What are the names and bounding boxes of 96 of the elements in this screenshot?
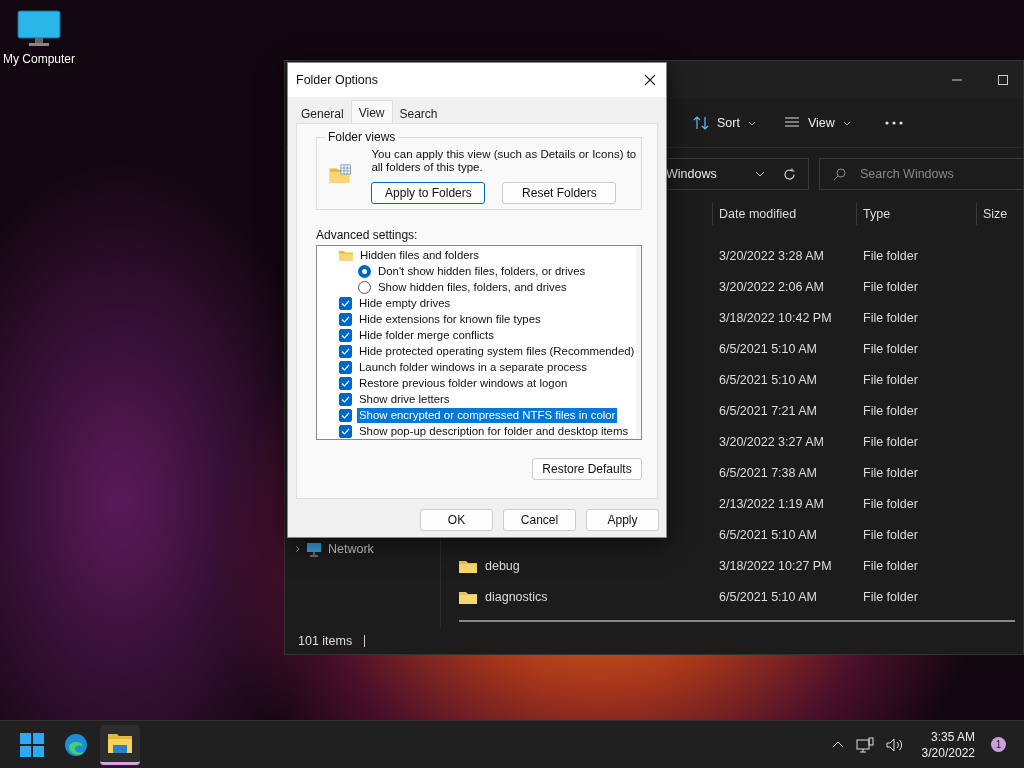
- chevron-right-icon[interactable]: [295, 545, 300, 553]
- type-cell-text: File folder: [863, 248, 919, 263]
- monitor-icon[interactable]: [17, 10, 61, 48]
- type-cell-text: File folder: [863, 527, 919, 542]
- taskbar-app[interactable]: [100, 724, 140, 765]
- setting-label[interactable]: Hide extensions for known file types: [357, 311, 543, 327]
- tab[interactable]: View: [350, 100, 393, 123]
- date-modified-cell-text: 6/5/2021 5:10 AM: [719, 589, 818, 604]
- network-icon[interactable]: [855, 736, 874, 753]
- chevron-down-icon: [842, 120, 851, 126]
- setting-label[interactable]: Show drive letters: [357, 391, 452, 407]
- setting-label[interactable]: Show encrypted or compressed NTFS files in color: [357, 407, 618, 423]
- clock[interactable]: 3:35 AM 3/20/2022: [921, 728, 975, 761]
- dialog-button[interactable]: OK: [420, 509, 493, 531]
- checkbox[interactable]: [339, 312, 352, 326]
- radio-button[interactable]: [358, 280, 371, 294]
- sort-arrows-icon: [693, 115, 709, 131]
- browser-icon: [64, 732, 88, 757]
- dialog-button[interactable]: Cancel: [503, 509, 576, 531]
- date-modified-cell-text: 6/5/2021 5:10 AM: [719, 527, 818, 542]
- setting-label[interactable]: Show hidden files, folders, and drives: [376, 279, 569, 295]
- tab[interactable]: Search: [392, 103, 445, 123]
- folder-icon: [459, 558, 477, 573]
- date-modified-cell-text: 6/5/2021 5:10 AM: [719, 341, 818, 356]
- volume-icon[interactable]: [885, 737, 904, 752]
- nav-item-label[interactable]: Network: [328, 542, 374, 556]
- dialog-title: Folder Options: [296, 73, 378, 87]
- type-cell-text: File folder: [863, 496, 919, 511]
- advanced-settings-label: Advanced settings:: [316, 228, 419, 242]
- file-name[interactable]: diagnostics: [485, 589, 548, 604]
- view-button[interactable]: View: [783, 112, 851, 134]
- type-cell-text: File folder: [863, 341, 919, 356]
- date-modified-cell-text: 6/5/2021 7:21 AM: [719, 403, 818, 418]
- column-header[interactable]: Type: [856, 203, 976, 225]
- chevron-up-icon[interactable]: [831, 741, 844, 748]
- checkbox[interactable]: [339, 360, 352, 374]
- close-icon[interactable]: [644, 74, 656, 86]
- folder-view-button[interactable]: Reset Folders: [502, 182, 617, 204]
- setting-label[interactable]: Hide folder merge conflicts: [357, 327, 496, 343]
- folder-views-description: You can apply this view (such as Details or Icons) to all folders of this type.: [371, 148, 637, 174]
- date-modified-cell-text: 6/5/2021 5:10 AM: [719, 372, 818, 387]
- setting-label[interactable]: Hide empty drives: [357, 295, 453, 311]
- group-title: Folder views: [327, 130, 397, 144]
- file-name[interactable]: debug: [485, 558, 520, 573]
- restore-defaults-button[interactable]: Restore Defaults: [532, 458, 642, 480]
- folder-icon: [459, 589, 477, 604]
- checkbox[interactable]: [339, 344, 352, 358]
- checkbox[interactable]: [339, 296, 352, 310]
- chevron-down-icon: [747, 120, 756, 126]
- type-cell-text: File folder: [863, 279, 919, 294]
- refresh-icon[interactable]: [783, 167, 796, 181]
- more-options-icon[interactable]: [884, 121, 903, 125]
- setting-label[interactable]: Hide protected operating system files (Recommended): [357, 343, 637, 359]
- date-modified-cell-text: 6/5/2021 7:38 AM: [719, 465, 818, 480]
- lines-icon: [783, 116, 800, 130]
- checkbox[interactable]: [339, 392, 352, 406]
- type-cell-text: File folder: [863, 372, 919, 387]
- dialog-button[interactable]: Apply: [586, 509, 659, 531]
- folder-icon: [339, 249, 353, 261]
- column-header[interactable]: Date modified: [712, 203, 856, 225]
- date-modified-cell-text: 3/18/2022 10:27 PM: [719, 558, 833, 573]
- sort-button[interactable]: Sort: [693, 111, 756, 135]
- radio-button[interactable]: [358, 264, 371, 278]
- type-cell-text: File folder: [863, 310, 919, 325]
- network-monitor-icon: [306, 541, 322, 557]
- search-field[interactable]: Search Windows: [819, 158, 1023, 190]
- checkbox[interactable]: [339, 328, 352, 342]
- setting-label[interactable]: Show pop-up description for folder and desktop items: [357, 423, 631, 439]
- desktop-icon-label[interactable]: My Computer: [3, 52, 75, 66]
- chevron-down-icon[interactable]: [755, 171, 765, 177]
- type-cell-text: File folder: [863, 589, 919, 604]
- setting-label[interactable]: Launch folder windows in a separate process: [357, 359, 589, 375]
- setting-label[interactable]: Hidden files and folders: [358, 247, 482, 263]
- type-cell-text: File folder: [863, 465, 919, 480]
- tab[interactable]: General: [294, 103, 351, 123]
- setting-label[interactable]: Don't show hidden files, folders, or drives: [376, 263, 588, 279]
- type-cell-text: File folder: [863, 434, 919, 449]
- windows-logo-icon: [20, 732, 44, 757]
- folder-icon: [107, 732, 133, 754]
- checkbox[interactable]: [339, 376, 352, 390]
- column-header[interactable]: Size: [976, 203, 1023, 225]
- date-modified-cell-text: 3/20/2022 3:28 AM: [719, 248, 825, 263]
- date-modified-cell-text: 3/18/2022 10:42 PM: [719, 310, 833, 325]
- folder-view-button[interactable]: Apply to Folders: [371, 182, 486, 204]
- notification-badge[interactable]: 1: [991, 737, 1006, 752]
- setting-label[interactable]: Restore previous folder windows at logon: [357, 375, 570, 391]
- search-icon: [833, 168, 846, 181]
- date-modified-cell-text: 2/13/2022 1:19 AM: [719, 496, 825, 511]
- item-count: 101 items: [298, 634, 353, 648]
- type-cell-text: File folder: [863, 558, 919, 573]
- date-modified-cell-text: 3/20/2022 3:27 AM: [719, 434, 825, 449]
- checkbox[interactable]: [339, 408, 352, 422]
- type-cell-text: File folder: [863, 403, 919, 418]
- date-modified-cell-text: 3/20/2022 2:06 AM: [719, 279, 825, 294]
- maximize-icon[interactable]: [997, 74, 1009, 86]
- checkbox[interactable]: [339, 424, 352, 438]
